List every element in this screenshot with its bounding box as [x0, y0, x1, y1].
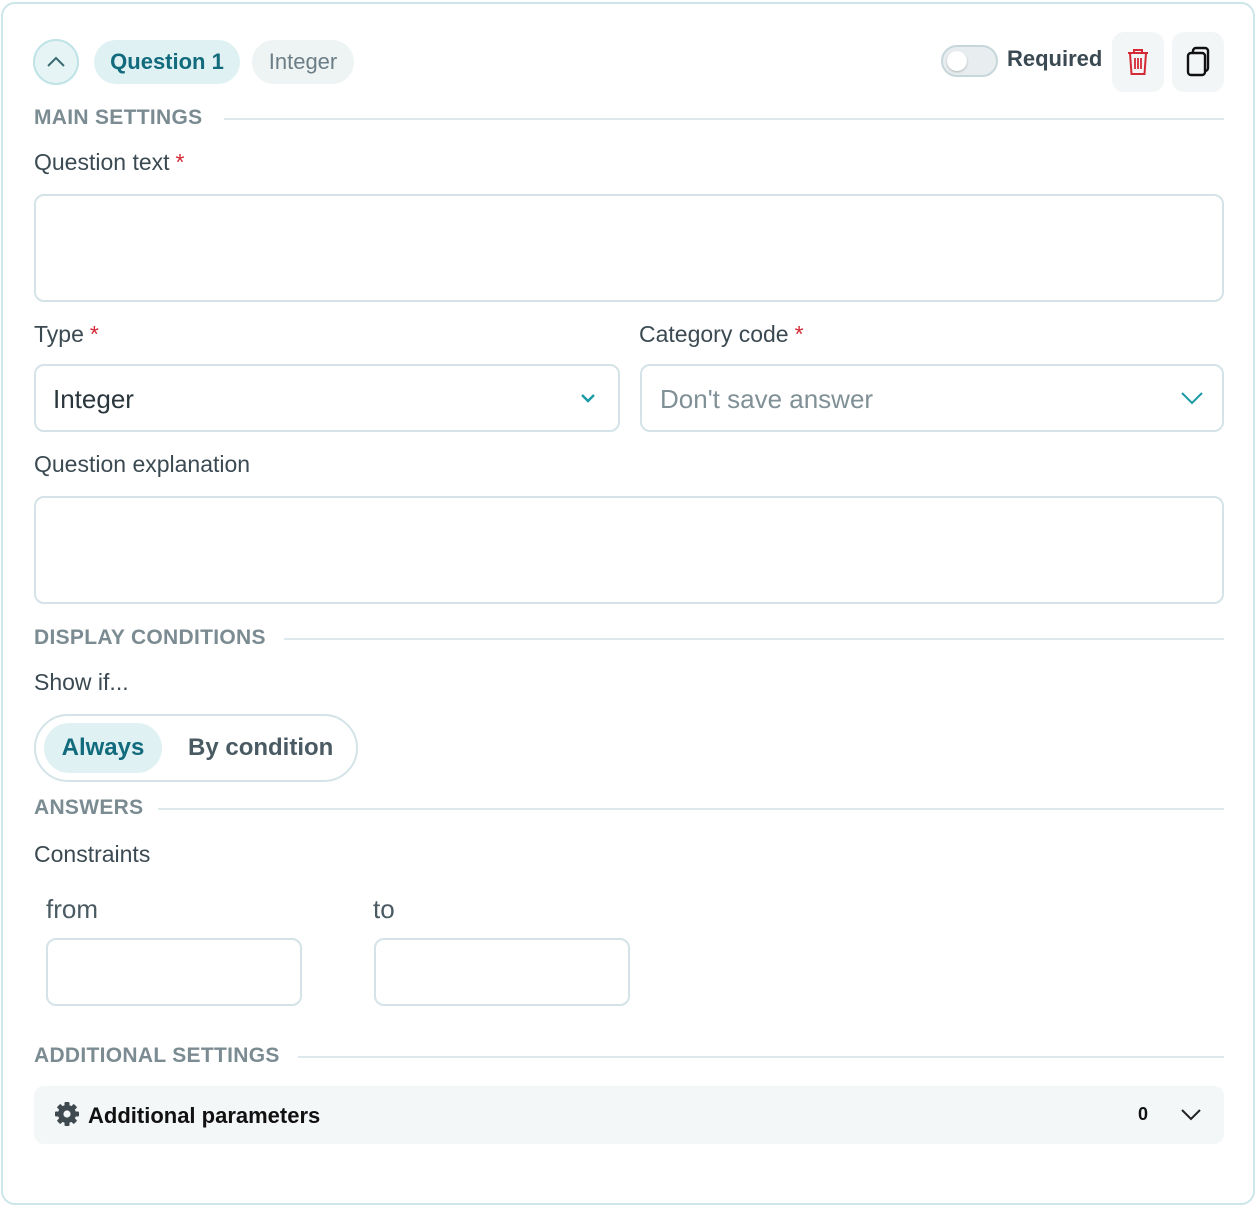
- question-explanation-label: Question explanation: [34, 451, 251, 477]
- category-code-label: Category code *: [639, 321, 804, 347]
- question-type-badge: Integer: [252, 40, 354, 84]
- segment-always[interactable]: Always: [44, 723, 162, 773]
- additional-parameters-row[interactable]: Additional parameters 0: [34, 1086, 1224, 1144]
- to-label: to: [373, 894, 395, 924]
- toggle-knob: [947, 51, 967, 71]
- category-code-select[interactable]: Don't save answer: [640, 364, 1224, 432]
- divider: [298, 1056, 1224, 1058]
- from-input[interactable]: [46, 938, 302, 1006]
- type-label: Type *: [34, 321, 99, 347]
- delete-button[interactable]: [1112, 32, 1164, 92]
- answers-title: ANSWERS: [34, 796, 144, 819]
- to-input[interactable]: [374, 938, 630, 1006]
- divider: [224, 118, 1224, 120]
- main-settings-title: MAIN SETTINGS: [34, 106, 203, 129]
- question-explanation-input[interactable]: [34, 496, 1224, 604]
- collapse-button[interactable]: [33, 39, 79, 85]
- constraints-label: Constraints: [34, 841, 151, 867]
- category-code-placeholder: Don't save answer: [660, 384, 874, 414]
- additional-settings-title: ADDITIONAL SETTINGS: [34, 1044, 280, 1067]
- divider: [284, 638, 1224, 640]
- type-select[interactable]: Integer: [34, 364, 620, 432]
- chevron-down-icon: [1181, 392, 1203, 405]
- additional-parameters-count: 0: [1138, 1104, 1149, 1124]
- trash-icon: [1128, 49, 1148, 75]
- segment-by-condition[interactable]: By condition: [188, 723, 333, 773]
- from-label: from: [46, 894, 98, 924]
- type-select-value: Integer: [53, 384, 134, 414]
- chevron-down-icon: [581, 394, 595, 403]
- show-if-label: Show if...: [34, 669, 129, 695]
- divider: [158, 808, 1224, 810]
- duplicate-button[interactable]: [1172, 32, 1224, 92]
- chevron-up-icon: [47, 56, 65, 67]
- required-toggle[interactable]: [941, 45, 998, 77]
- question-text-label: Question text *: [34, 149, 185, 175]
- display-conditions-title: DISPLAY CONDITIONS: [34, 626, 266, 649]
- chevron-down-icon: [1181, 1109, 1201, 1121]
- gear-icon: [55, 1102, 79, 1126]
- question-number-badge: Question 1: [94, 40, 240, 84]
- required-label: Required: [1007, 46, 1103, 71]
- additional-parameters-label: Additional parameters: [88, 1103, 321, 1128]
- show-if-segmented-control: Always By condition: [34, 714, 358, 782]
- question-text-input[interactable]: [34, 194, 1224, 302]
- copy-icon: [1186, 46, 1210, 77]
